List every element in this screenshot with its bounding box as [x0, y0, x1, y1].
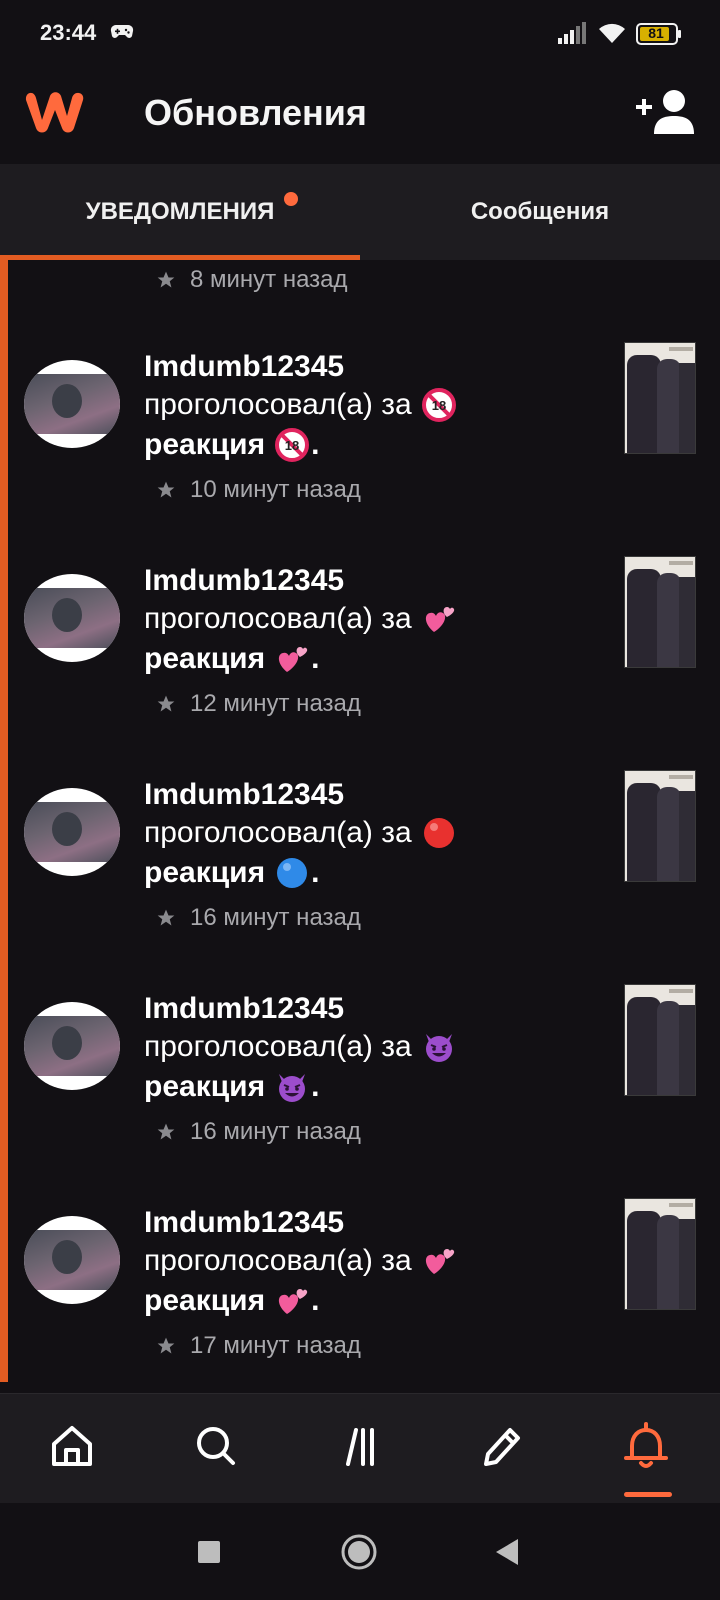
story-cover-thumbnail[interactable] — [624, 984, 696, 1096]
app-bar: Обновления — [0, 68, 720, 164]
notifications-icon[interactable] — [616, 1418, 676, 1474]
smiling-devil-icon — [425, 1034, 452, 1062]
tab-bar: УВЕДОМЛЕНИЯ Сообщения — [0, 164, 720, 260]
library-icon[interactable] — [330, 1418, 390, 1474]
signal-icon — [558, 22, 586, 44]
notification-text: проголосовал(а) за — [144, 1030, 456, 1064]
action-text: проголосовал(а) за — [144, 816, 412, 849]
reaction-label: реакция — [144, 856, 266, 889]
gamepad-icon — [110, 24, 134, 38]
reaction-text: реакция . — [144, 1284, 320, 1317]
notification-time-text: 16 минут назад — [190, 1118, 361, 1145]
notification-time-text: 12 минут назад — [190, 690, 361, 717]
reaction-text: реакция . — [144, 642, 320, 675]
reaction-label: реакция — [144, 428, 266, 461]
notification-time: 16 минут назад — [156, 904, 361, 932]
page-title: Обновления — [144, 92, 367, 133]
notification-text: проголосовал(а) за — [144, 602, 456, 636]
reaction-text: реакция . — [144, 1070, 320, 1103]
revolving-hearts-icon — [279, 647, 308, 672]
star-icon — [157, 909, 175, 926]
system-nav-bar — [0, 1503, 720, 1600]
reaction-text: реакция . — [144, 856, 320, 889]
username[interactable]: Imdumb12345 — [144, 778, 344, 812]
bottom-nav — [0, 1393, 720, 1503]
status-time: 23:44 — [40, 20, 97, 45]
notification-text: проголосовал(а) за — [144, 1244, 456, 1278]
avatar[interactable] — [24, 1002, 120, 1090]
avatar[interactable] — [24, 574, 120, 662]
avatar[interactable] — [24, 360, 120, 448]
reaction-label: реакция — [144, 1284, 266, 1317]
notification-time-text: 17 минут назад — [190, 1332, 361, 1359]
list-item[interactable]: Imdumb12345 проголосовал(а) за 18 реакци… — [0, 342, 720, 560]
list-item[interactable]: Imdumb12345 проголосовал(а) за реакция .… — [0, 1198, 720, 1393]
reaction-text: реакция 18 . — [144, 428, 320, 462]
reaction-label: реакция — [144, 642, 266, 675]
add-user-icon[interactable] — [636, 88, 698, 138]
list-item[interactable]: Imdumb12345 проголосовал(а) за реакция .… — [0, 770, 720, 988]
star-icon — [157, 481, 175, 498]
star-icon — [157, 1123, 175, 1140]
smiling-devil-icon — [279, 1074, 306, 1102]
tab-notifications-label: УВЕДОМЛЕНИЯ — [85, 198, 275, 225]
story-cover-thumbnail[interactable] — [624, 1198, 696, 1310]
story-cover-thumbnail[interactable] — [624, 770, 696, 882]
list-item[interactable]: Imdumb12345 проголосовал(а) за реакция .… — [0, 984, 720, 1202]
notification-text: проголосовал(а) за 18 — [144, 388, 456, 422]
username[interactable]: Imdumb12345 — [144, 1206, 344, 1240]
status-bar: 23:44 81 — [0, 0, 720, 68]
notifications-list[interactable]: 8 минут назад Imdumb12345 проголосовал(а… — [0, 260, 720, 1393]
revolving-hearts-icon — [425, 1249, 454, 1274]
tab-messages-label: Сообщения — [470, 198, 610, 225]
action-text: проголосовал(а) за — [144, 388, 412, 421]
blue-circle-icon — [277, 858, 308, 888]
tab-notifications[interactable]: УВЕДОМЛЕНИЯ — [0, 164, 360, 260]
svg-text:18: 18 — [431, 398, 445, 413]
username[interactable]: Imdumb12345 — [144, 350, 344, 384]
notification-time: 10 минут назад — [156, 476, 361, 504]
notification-time: 12 минут назад — [156, 690, 361, 718]
story-cover-thumbnail[interactable] — [624, 556, 696, 668]
username[interactable]: Imdumb12345 — [144, 564, 344, 598]
story-cover-thumbnail[interactable] — [624, 342, 696, 454]
avatar[interactable] — [24, 1216, 120, 1304]
home-icon[interactable] — [42, 1418, 102, 1474]
back-button[interactable] — [494, 1537, 520, 1567]
star-icon — [157, 271, 175, 288]
recents-button[interactable] — [198, 1541, 220, 1563]
star-icon — [157, 695, 175, 712]
notification-time-text: 8 минут назад — [190, 266, 348, 293]
notification-time: 16 минут назад — [156, 1118, 361, 1146]
wattpad-logo[interactable] — [22, 86, 88, 136]
revolving-hearts-icon — [279, 1289, 308, 1314]
active-nav-indicator — [624, 1492, 672, 1497]
red-circle-icon — [423, 818, 454, 848]
tab-messages[interactable]: Сообщения — [360, 164, 720, 260]
action-text: проголосовал(а) за — [144, 1244, 412, 1277]
reaction-label: реакция — [144, 1070, 266, 1103]
list-item[interactable]: Imdumb12345 проголосовал(а) за реакция .… — [0, 556, 720, 774]
adult-only-icon: 18 — [275, 428, 310, 462]
action-text: проголосовал(а) за — [144, 602, 412, 635]
unread-badge — [284, 192, 298, 206]
wifi-icon — [599, 23, 625, 43]
adult-only-icon: 18 — [421, 388, 456, 422]
notification-time-text: 10 минут назад — [190, 476, 361, 503]
battery-level: 81 — [648, 25, 664, 41]
notification-text: проголосовал(а) за — [144, 816, 456, 850]
action-text: проголосовал(а) за — [144, 1030, 412, 1063]
home-button[interactable] — [340, 1533, 378, 1571]
star-icon — [157, 1337, 175, 1354]
notification-time: 8 минут назад — [156, 260, 348, 300]
revolving-hearts-icon — [425, 607, 454, 632]
write-icon[interactable] — [472, 1418, 532, 1474]
avatar[interactable] — [24, 788, 120, 876]
svg-text:18: 18 — [285, 438, 299, 453]
notification-time-text: 16 минут назад — [190, 904, 361, 931]
search-icon[interactable] — [186, 1418, 246, 1474]
username[interactable]: Imdumb12345 — [144, 992, 344, 1026]
notification-time: 17 минут назад — [156, 1332, 361, 1360]
